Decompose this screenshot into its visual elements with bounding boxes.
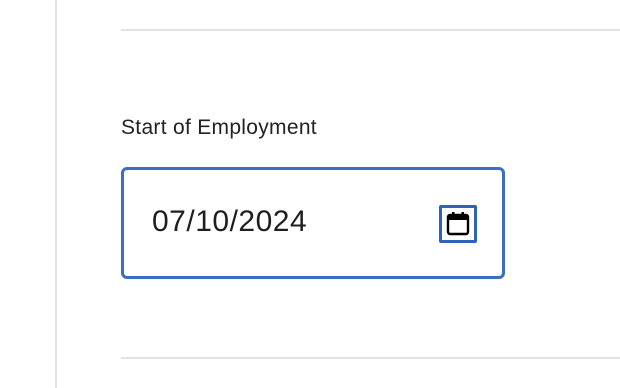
start-of-employment-label: Start of Employment: [121, 116, 317, 139]
form-page: Start of Employment 07/10/2024: [0, 0, 620, 388]
section-divider-bottom: [121, 357, 620, 359]
calendar-picker-button[interactable]: [439, 205, 477, 243]
section-divider-top: [121, 29, 620, 31]
left-border: [55, 0, 57, 388]
start-of-employment-date-value[interactable]: 07/10/2024: [152, 205, 307, 239]
start-of-employment-date-input[interactable]: 07/10/2024: [121, 167, 505, 279]
calendar-icon: [445, 211, 471, 237]
